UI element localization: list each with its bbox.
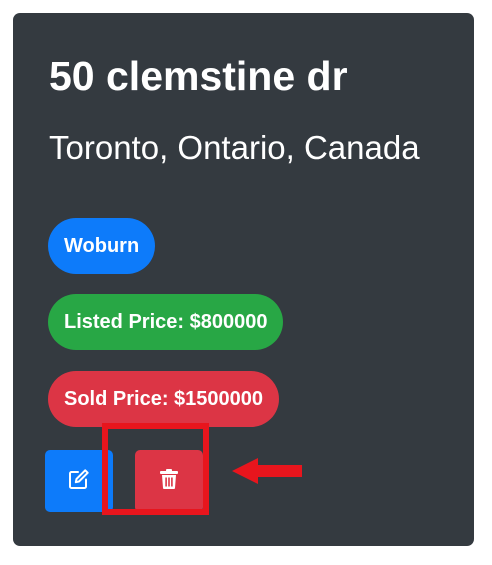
pointer-arrow-icon	[232, 458, 302, 484]
edit-icon	[67, 467, 91, 496]
listed-price-badge: Listed Price: $800000	[48, 294, 284, 350]
trash-icon	[160, 468, 178, 494]
edit-button[interactable]	[45, 450, 113, 512]
listing-address: 50 clemstine dr	[49, 53, 348, 99]
listing-location: Toronto, Ontario, Canada	[49, 129, 420, 166]
sold-price-badge: Sold Price: $1500000	[48, 371, 280, 427]
delete-button[interactable]	[135, 450, 203, 512]
neighbourhood-badge: Woburn	[48, 218, 156, 274]
